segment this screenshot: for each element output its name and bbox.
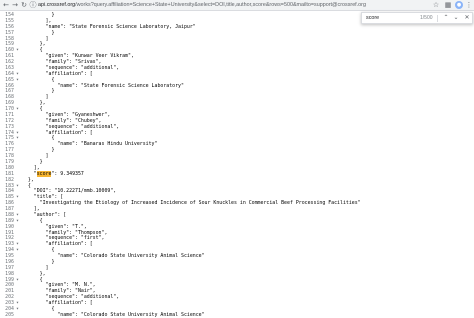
address-bar[interactable]: api.crossref.org/works?query.affiliation… xyxy=(38,1,366,9)
code-text-segment: "name": "Colorado State University Anima… xyxy=(22,311,205,318)
json-viewer: 154 } 155 ], 156 "name": "State Forensic S… xyxy=(0,12,474,318)
url-path: /works?query.affiliation=Science+State+U… xyxy=(75,2,366,8)
info-icon[interactable]: ⓘ xyxy=(29,1,37,9)
bookmark-star-icon[interactable]: ☆ xyxy=(432,1,440,9)
arrow-right-icon[interactable]: → xyxy=(11,1,19,9)
menu-icon[interactable]: ⋮ xyxy=(465,1,473,9)
extensions-icon[interactable]: ▦ xyxy=(444,1,452,9)
line-number: 205 xyxy=(5,311,14,318)
arrow-left-icon[interactable]: ← xyxy=(2,1,10,9)
browser-toolbar: ← → ↻ ⓘ api.crossref.org/works?query.aff… xyxy=(0,0,474,11)
code-text: "name": "Colorado State University Anima… xyxy=(22,311,205,318)
code-line: 205 "name": "Colorado State University A… xyxy=(0,312,474,318)
avatar[interactable]: ● xyxy=(455,1,463,9)
reload-icon[interactable]: ↻ xyxy=(20,1,28,9)
url-domain: api.crossref.org xyxy=(38,2,76,8)
